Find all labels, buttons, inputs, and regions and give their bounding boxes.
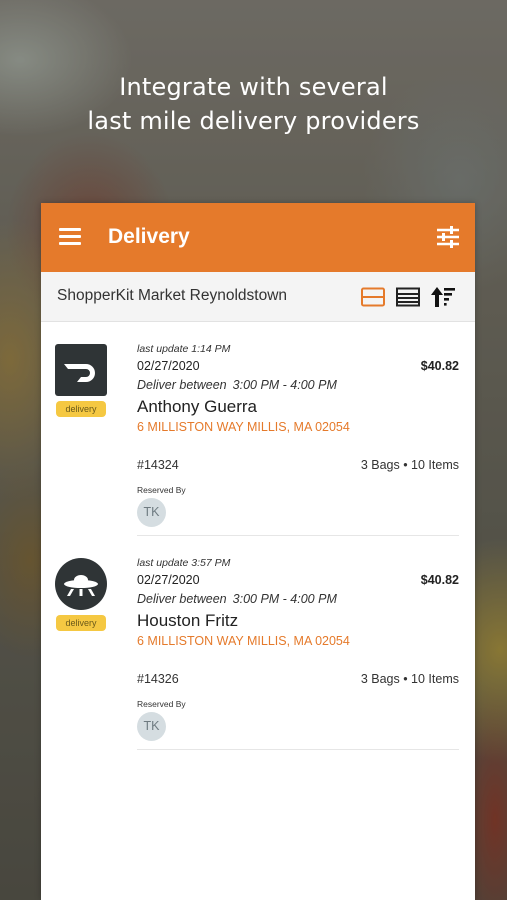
bags-items-count: 3 Bags • 10 Items: [360, 672, 459, 686]
last-update: last update 1:14 PM: [137, 343, 231, 355]
delivery-window: Deliver between 3:00 PM - 4:00 PM: [137, 592, 337, 606]
order-details: last update 3:57 PM 02/27/2020 $40.82 De…: [137, 536, 459, 750]
delivery-window-time: 3:00 PM - 4:00 PM: [232, 592, 337, 606]
customer-name: Houston Fritz: [137, 611, 239, 630]
delivery-window-label: Deliver between: [137, 378, 227, 392]
order-card[interactable]: delivery last update 3:57 PM 02/27/2020 …: [41, 536, 475, 750]
avatar[interactable]: TK: [137, 498, 166, 527]
reserved-by-label: Reserved By: [137, 699, 186, 709]
order-details: last update 1:14 PM 02/27/2020 $40.82 De…: [137, 322, 459, 536]
store-bar: ShopperKit Market Reynoldstown: [41, 272, 475, 322]
avatar[interactable]: TK: [137, 712, 166, 741]
headline-line-1: Integrate with several: [119, 73, 388, 101]
sliders-icon[interactable]: [435, 225, 461, 249]
app-screen: Delivery ShopperKit Market Reynoldstown: [41, 203, 475, 900]
hamburger-menu-icon[interactable]: [59, 228, 81, 246]
doordash-logo-icon: [55, 344, 107, 396]
delivery-window-label: Deliver between: [137, 592, 227, 606]
reserved-by-label: Reserved By: [137, 485, 186, 495]
delivery-window-time: 3:00 PM - 4:00 PM: [232, 378, 337, 392]
last-update: last update 3:57 PM: [137, 557, 231, 569]
order-number: #14324: [137, 458, 179, 472]
delivery-badge: delivery: [56, 401, 106, 417]
sort-icon[interactable]: [430, 285, 456, 309]
customer-name: Anthony Guerra: [137, 397, 258, 416]
order-price: $40.82: [420, 573, 459, 587]
order-price: $40.82: [420, 359, 459, 373]
order-date: 02/27/2020: [137, 359, 200, 373]
headline-line-2: last mile delivery providers: [87, 107, 420, 135]
list-view-icon[interactable]: [396, 287, 420, 307]
delivery-badge: delivery: [56, 615, 106, 631]
customer-address[interactable]: 6 MILLISTON WAY MILLIS, MA 02054: [137, 634, 350, 648]
app-bar: Delivery: [41, 203, 475, 272]
bags-items-count: 3 Bags • 10 Items: [360, 458, 459, 472]
order-number: #14326: [137, 672, 179, 686]
customer-address[interactable]: 6 MILLISTON WAY MILLIS, MA 02054: [137, 420, 350, 434]
order-date: 02/27/2020: [137, 573, 200, 587]
page-title: Delivery: [108, 225, 190, 248]
order-card[interactable]: delivery last update 1:14 PM 02/27/2020 …: [41, 322, 475, 536]
promo-headline: Integrate with several last mile deliver…: [0, 70, 507, 138]
card-view-icon[interactable]: [361, 287, 385, 307]
delivery-window: Deliver between 3:00 PM - 4:00 PM: [137, 378, 337, 392]
store-name[interactable]: ShopperKit Market Reynoldstown: [57, 287, 287, 305]
ufo-logo-icon: [55, 558, 107, 610]
